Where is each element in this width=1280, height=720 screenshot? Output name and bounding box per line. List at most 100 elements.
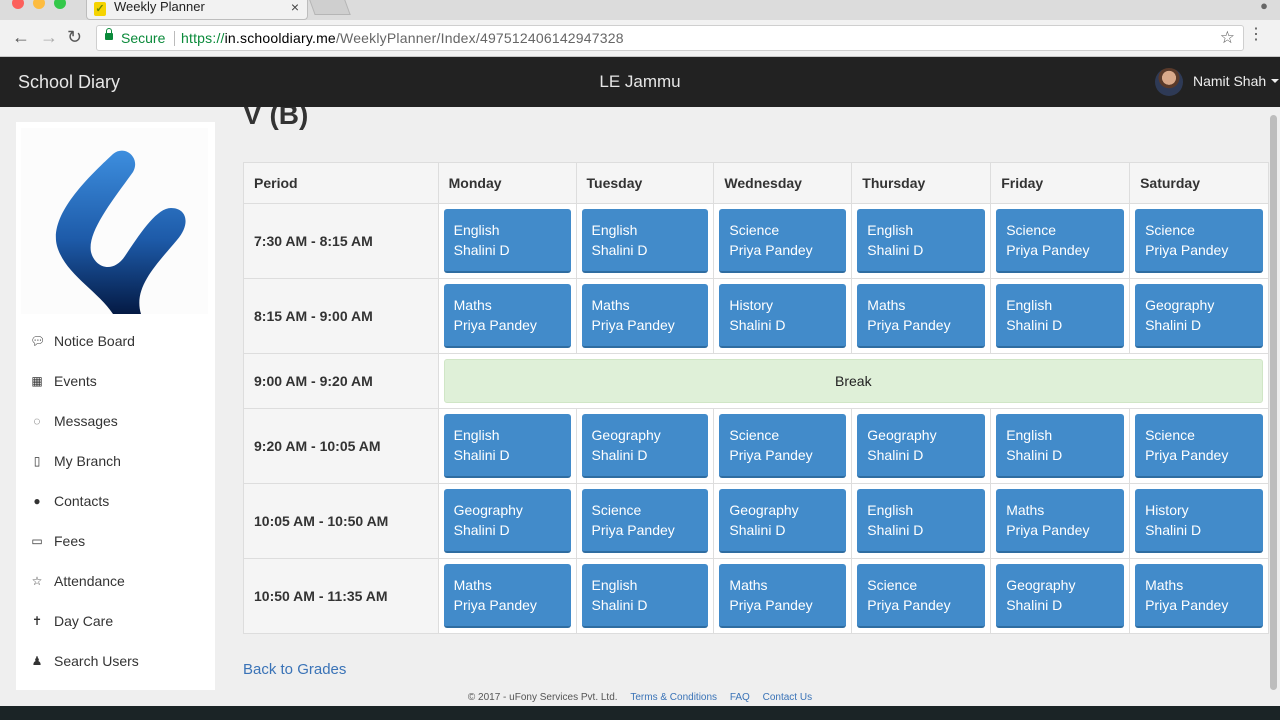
timetable-slot[interactable]: Science Priya Pandey	[713, 408, 853, 484]
class-card[interactable]: English Shalini D	[996, 414, 1125, 478]
class-card[interactable]: Geography Shalini D	[443, 489, 571, 553]
table-row: 10:05 AM - 10:50 AM Geography Shalini D S…	[243, 483, 1269, 559]
timetable-slot[interactable]: English Shalini D	[851, 483, 992, 559]
timetable-slot[interactable]: Geography Shalini D	[851, 408, 992, 484]
chevron-down-icon[interactable]	[1271, 79, 1279, 83]
timetable-slot[interactable]: Maths Priya Pandey	[851, 278, 992, 354]
page-scrollbar[interactable]	[1270, 115, 1277, 690]
timetable-slot[interactable]: Geography Shalini D	[990, 558, 1131, 634]
sidebar-item-notice-board[interactable]: 💬︎ Notice Board	[30, 329, 135, 353]
timetable-slot[interactable]: English Shalini D	[851, 203, 992, 279]
class-card[interactable]: English Shalini D	[581, 209, 709, 273]
class-card[interactable]: Maths Priya Pandey	[443, 284, 571, 348]
class-card[interactable]: History Shalini D	[1135, 489, 1263, 553]
class-card[interactable]: Maths Priya Pandey	[996, 489, 1125, 553]
timetable-slot[interactable]: History Shalini D	[713, 278, 853, 354]
class-card[interactable]: Maths Priya Pandey	[443, 564, 571, 628]
timetable-slot[interactable]: Maths Priya Pandey	[437, 278, 577, 354]
new-tab-button[interactable]	[309, 0, 351, 15]
timetable-slot[interactable]: Maths Priya Pandey	[437, 558, 577, 634]
timetable-slot[interactable]: Science Priya Pandey	[575, 483, 715, 559]
sidebar-item-my-branch[interactable]: ▯ My Branch	[30, 449, 121, 473]
star-icon: ☆	[31, 574, 43, 588]
class-card[interactable]: Maths Priya Pandey	[1135, 564, 1263, 628]
minimize-window-button[interactable]	[33, 0, 45, 9]
forward-arrow-icon[interactable]: →	[40, 26, 58, 48]
url-text[interactable]: https://in.schooldiary.me/WeeklyPlanner/…	[181, 30, 624, 46]
avatar[interactable]	[1155, 68, 1183, 96]
teacher-name: Shalini D	[867, 522, 924, 538]
timetable-slot[interactable]: Geography Shalini D	[437, 483, 577, 559]
class-card[interactable]: Science Priya Pandey	[581, 489, 709, 553]
class-card[interactable]: English Shalini D	[857, 489, 986, 553]
timetable-slot[interactable]: Maths Priya Pandey	[1129, 558, 1269, 634]
class-card[interactable]: Science Priya Pandey	[857, 564, 986, 628]
sidebar-item-fees[interactable]: ▭ Fees	[30, 529, 85, 553]
subject-name: Maths	[453, 297, 492, 313]
timetable-slot[interactable]: English Shalini D	[575, 558, 715, 634]
footer-link-contact[interactable]: Contact Us	[763, 692, 812, 703]
class-card[interactable]: English Shalini D	[857, 209, 986, 273]
sidebar-item-attendance[interactable]: ☆ Attendance	[30, 569, 125, 593]
teacher-name: Shalini D	[1006, 447, 1063, 463]
sidebar-item-messages[interactable]: ◌ Messages	[30, 409, 117, 433]
class-card[interactable]: Science Priya Pandey	[996, 209, 1125, 273]
class-card[interactable]: Science Priya Pandey	[719, 209, 847, 273]
teacher-name: Priya Pandey	[729, 597, 813, 613]
browser-tab[interactable]: ✓ Weekly Planner ×	[86, 0, 308, 20]
teacher-name: Priya Pandey	[729, 242, 813, 258]
footer-link-faq[interactable]: FAQ	[730, 692, 750, 703]
class-card[interactable]: English Shalini D	[996, 284, 1125, 348]
timetable-slot[interactable]: English Shalini D	[575, 203, 715, 279]
user-menu[interactable]: Namit Shah	[1193, 73, 1266, 89]
timetable-slot[interactable]: Maths Priya Pandey	[990, 483, 1131, 559]
bookmark-star-icon[interactable]: ☆	[1220, 28, 1235, 48]
timetable-slot[interactable]: Geography Shalini D	[575, 408, 715, 484]
class-card[interactable]: Maths Priya Pandey	[581, 284, 709, 348]
timetable-slot[interactable]: Science Priya Pandey	[1129, 203, 1269, 279]
table-header-row: Period Monday Tuesday Wednesday Thursday…	[243, 162, 1269, 204]
timetable-slot[interactable]: Geography Shalini D	[713, 483, 853, 559]
class-card[interactable]: Geography Shalini D	[581, 414, 709, 478]
timetable-slot[interactable]: English Shalini D	[990, 408, 1131, 484]
class-card[interactable]: Maths Priya Pandey	[857, 284, 986, 348]
close-window-button[interactable]	[12, 0, 24, 9]
class-card[interactable]: English Shalini D	[443, 414, 571, 478]
back-arrow-icon[interactable]: ←	[12, 26, 30, 48]
class-card[interactable]: History Shalini D	[719, 284, 847, 348]
sidebar-item-events[interactable]: ▦ Events	[30, 369, 96, 393]
timetable-slot[interactable]: History Shalini D	[1129, 483, 1269, 559]
timetable-slot[interactable]: Science Priya Pandey	[1129, 408, 1269, 484]
timetable-slot[interactable]: Science Priya Pandey	[990, 203, 1131, 279]
timetable-slot[interactable]: English Shalini D	[990, 278, 1131, 354]
class-card[interactable]: Geography Shalini D	[719, 489, 847, 553]
zoom-window-button[interactable]	[54, 0, 66, 9]
sidebar-item-contacts[interactable]: ● Contacts	[30, 489, 109, 513]
timetable-slot[interactable]: English Shalini D	[437, 408, 577, 484]
class-card[interactable]: Science Priya Pandey	[1135, 414, 1263, 478]
class-card[interactable]: Geography Shalini D	[857, 414, 986, 478]
timetable-slot[interactable]: Geography Shalini D	[1129, 278, 1269, 354]
footer-link-terms[interactable]: Terms & Conditions	[630, 692, 717, 703]
reload-icon[interactable]: ↻	[67, 26, 82, 48]
timetable-slot[interactable]: Science Priya Pandey	[713, 203, 853, 279]
browser-menu-icon[interactable]: ⋮	[1248, 27, 1264, 43]
timetable-slot[interactable]: English Shalini D	[437, 203, 577, 279]
class-card[interactable]: Geography Shalini D	[996, 564, 1125, 628]
class-card[interactable]: Geography Shalini D	[1135, 284, 1263, 348]
class-card[interactable]: Science Priya Pandey	[1135, 209, 1263, 273]
address-bar[interactable]: Secure https://in.schooldiary.me/WeeklyP…	[96, 25, 1244, 51]
timetable-slot[interactable]: Maths Priya Pandey	[575, 278, 715, 354]
timetable-slot[interactable]: Science Priya Pandey	[851, 558, 992, 634]
profile-icon[interactable]: ●	[1260, 0, 1268, 13]
class-card[interactable]: Science Priya Pandey	[719, 414, 847, 478]
column-header-period: Period	[243, 162, 439, 204]
sidebar-item-day-care[interactable]: ✝ Day Care	[30, 609, 113, 633]
class-card[interactable]: Maths Priya Pandey	[719, 564, 847, 628]
back-to-grades-link[interactable]: Back to Grades	[243, 661, 346, 678]
class-card[interactable]: English Shalini D	[581, 564, 709, 628]
sidebar-item-search-users[interactable]: ♟ Search Users	[30, 649, 139, 673]
timetable-slot[interactable]: Maths Priya Pandey	[713, 558, 853, 634]
tab-close-icon[interactable]: ×	[291, 0, 299, 15]
class-card[interactable]: English Shalini D	[443, 209, 571, 273]
